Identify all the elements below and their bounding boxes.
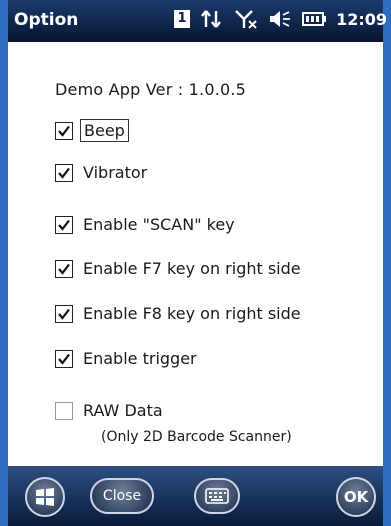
checkmark-icon [58,353,70,365]
version-label: Demo App Ver : 1.0.0.5 [55,80,247,99]
windows-start-icon [36,488,54,506]
option-f8-key[interactable]: Enable F8 key on right side [55,303,304,324]
checkmark-icon [58,219,70,231]
start-button[interactable] [25,477,65,517]
option-vibrator[interactable]: Vibrator [55,162,150,183]
keyboard-button[interactable] [194,478,240,514]
trigger-checkbox[interactable] [55,349,73,368]
status-icons: 1 12:09 [174,6,387,32]
checkmark-icon [58,125,70,137]
option-trigger[interactable]: Enable trigger [55,348,200,369]
vibrator-checkbox[interactable] [55,163,73,182]
scan-key-checkbox[interactable] [55,215,73,234]
soft-key-bar: Close OK [8,466,383,526]
notification-badge: 1 [174,10,191,28]
trigger-label: Enable trigger [83,349,197,368]
raw-data-checkbox[interactable] [55,401,73,420]
beep-label: Beep [80,119,129,142]
option-raw-data[interactable]: RAW Data [55,400,166,421]
checkmark-icon [58,263,70,275]
keyboard-icon [205,488,229,504]
volume-icon [270,11,291,27]
f7-key-checkbox[interactable] [55,259,73,278]
window-title: Option [14,10,79,30]
title-bar: Option 1 12:09 [8,0,387,42]
window-frame-left [0,0,8,526]
f8-key-label: Enable F8 key on right side [83,304,301,323]
sync-icon [201,10,221,28]
raw-data-label: RAW Data [83,401,163,420]
clock: 12:09 [336,9,387,29]
window-frame-right [383,0,391,526]
battery-icon [302,12,327,26]
option-scan-key[interactable]: Enable "SCAN" key [55,214,238,235]
beep-checkbox[interactable] [55,121,73,140]
option-beep[interactable]: Beep [55,119,129,142]
close-button[interactable]: Close [90,478,154,514]
f7-key-label: Enable F7 key on right side [83,259,301,278]
option-f7-key[interactable]: Enable F7 key on right side [55,258,304,279]
raw-data-note: (Only 2D Barcode Scanner) [101,429,292,445]
checkmark-icon [58,308,70,320]
f8-key-checkbox[interactable] [55,304,73,323]
no-signal-icon [235,10,257,29]
ok-button[interactable]: OK [336,477,376,517]
checkmark-icon [58,167,70,179]
scan-key-label: Enable "SCAN" key [83,215,235,234]
vibrator-label: Vibrator [83,163,148,182]
options-panel: Demo App Ver : 1.0.0.5 Beep Vibrator Ena… [8,42,383,466]
